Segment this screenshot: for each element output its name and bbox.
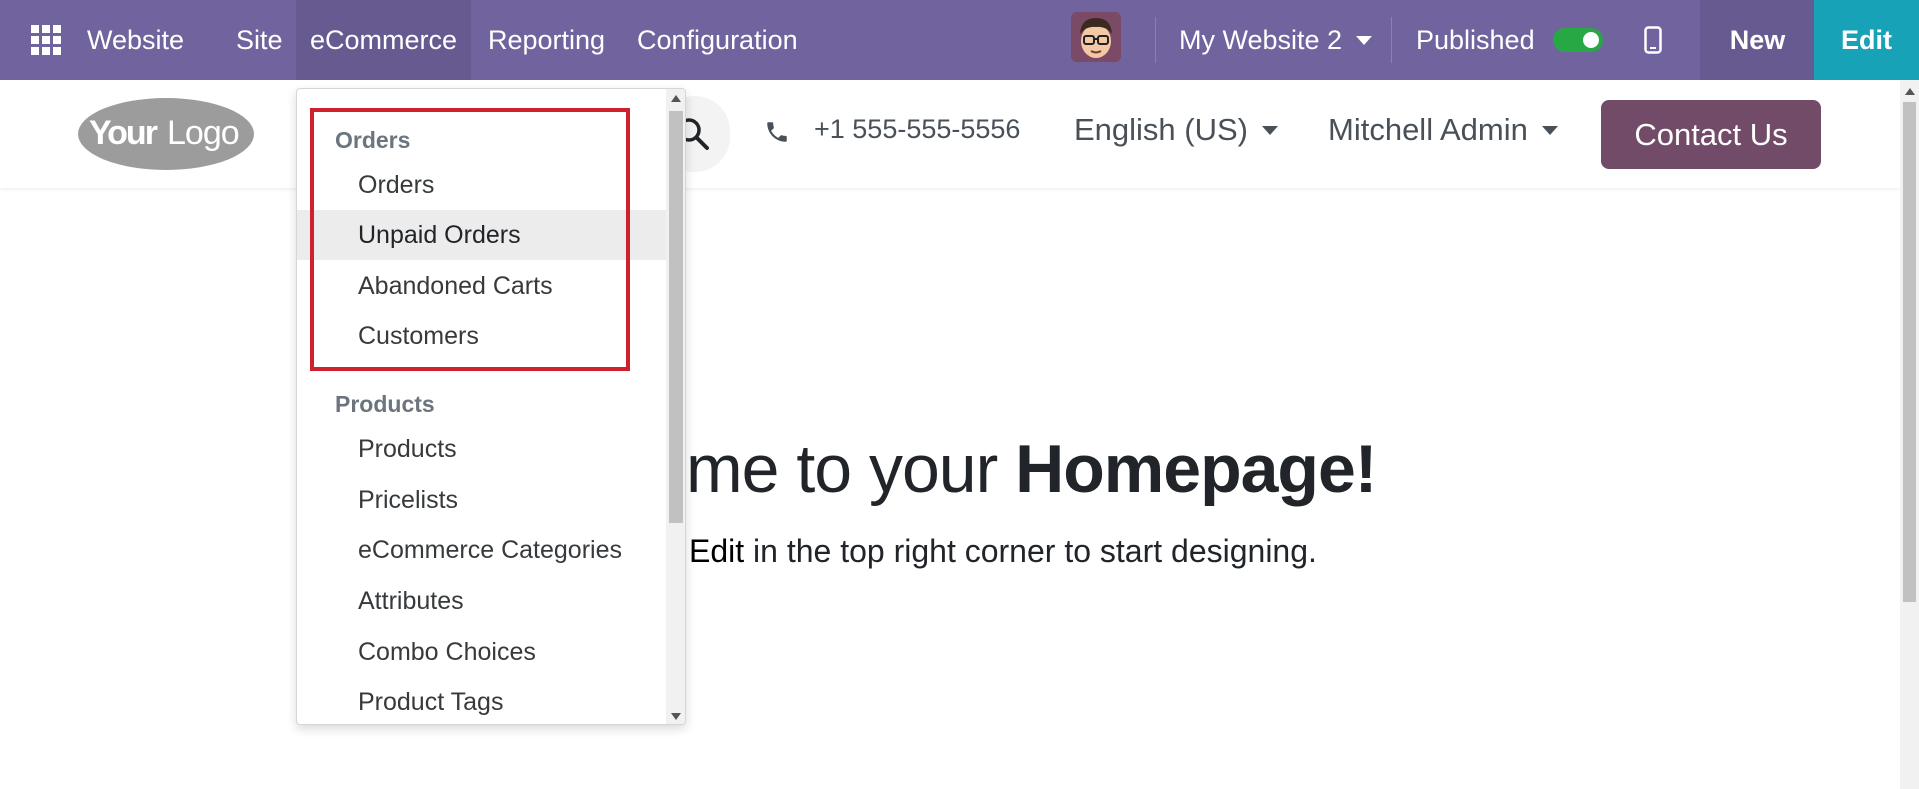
user-name: Mitchell Admin <box>1328 112 1528 147</box>
toggle-switch-icon[interactable] <box>1552 28 1603 52</box>
page-subtitle-rest: in the top right corner to start designi… <box>744 533 1317 569</box>
scroll-down-arrow-icon[interactable] <box>671 713 681 720</box>
dropdown-section-products: Products <box>335 391 435 417</box>
chevron-down-icon <box>1356 35 1373 45</box>
menu-configuration[interactable]: Configuration <box>637 0 798 80</box>
svg-text:Your: Your <box>89 114 158 152</box>
menu-reporting[interactable]: Reporting <box>488 0 605 80</box>
edit-button[interactable]: Edit <box>1814 0 1919 80</box>
dropdown-scrollbar[interactable] <box>666 89 685 724</box>
apps-menu-icon[interactable] <box>31 0 65 80</box>
published-label: Published <box>1416 24 1535 55</box>
publish-toggle[interactable]: Published <box>1416 0 1603 80</box>
mobile-preview-icon[interactable] <box>1636 0 1670 80</box>
chevron-down-icon <box>1541 125 1558 135</box>
user-menu[interactable]: Mitchell Admin <box>1328 112 1558 148</box>
new-button[interactable]: New <box>1700 0 1815 80</box>
page-scrollbar[interactable] <box>1900 80 1919 789</box>
page-title: me to your Homepage! <box>686 430 1377 508</box>
avatar-face-icon <box>1071 12 1121 62</box>
annotation-highlight-box <box>310 108 630 371</box>
chevron-down-icon <box>1262 125 1278 135</box>
navbar-divider <box>1155 17 1156 63</box>
website-selector[interactable]: My Website 2 <box>1179 0 1373 80</box>
scrollbar-thumb[interactable] <box>669 111 683 523</box>
scrollbar-thumb[interactable] <box>1903 102 1916 602</box>
dropdown-item-product-tags[interactable]: Product Tags <box>297 677 666 724</box>
page-subtitle: Edit in the top right corner to start de… <box>689 533 1317 570</box>
company-logo[interactable]: Your Logo <box>77 96 255 172</box>
phone-icon <box>764 119 790 150</box>
website-header: Your Logo +1 555-555-5556 English (US) M… <box>0 80 1900 188</box>
menu-ecommerce[interactable]: eCommerce <box>296 0 471 80</box>
page-title-bold: Homepage! <box>1015 431 1377 507</box>
dropdown-item-attributes[interactable]: Attributes <box>297 576 666 626</box>
website-selector-label: My Website 2 <box>1179 24 1343 55</box>
app-name[interactable]: Website <box>87 0 184 80</box>
user-avatar[interactable] <box>1071 12 1121 62</box>
navbar-divider <box>1391 17 1392 63</box>
scroll-up-arrow-icon[interactable] <box>671 95 681 102</box>
dropdown-item-pricelists[interactable]: Pricelists <box>297 475 666 525</box>
language-selector[interactable]: English (US) <box>1074 112 1278 148</box>
menu-site[interactable]: Site <box>236 0 283 80</box>
svg-text:Logo: Logo <box>167 114 239 152</box>
scroll-up-arrow-icon[interactable] <box>1905 88 1915 95</box>
page-title-prefix: me to your <box>686 431 1016 507</box>
dropdown-item-products[interactable]: Products <box>297 424 666 474</box>
page-subtitle-bold: Edit <box>689 533 745 569</box>
language-label: English (US) <box>1074 112 1248 147</box>
dropdown-item-combo-choices[interactable]: Combo Choices <box>297 627 666 677</box>
phone-number[interactable]: +1 555-555-5556 <box>814 114 1020 145</box>
dropdown-item-ecommerce-categories[interactable]: eCommerce Categories <box>297 525 666 575</box>
top-navbar: Website Site eCommerce Reporting Configu… <box>0 0 1919 80</box>
contact-us-button[interactable]: Contact Us <box>1601 100 1821 169</box>
